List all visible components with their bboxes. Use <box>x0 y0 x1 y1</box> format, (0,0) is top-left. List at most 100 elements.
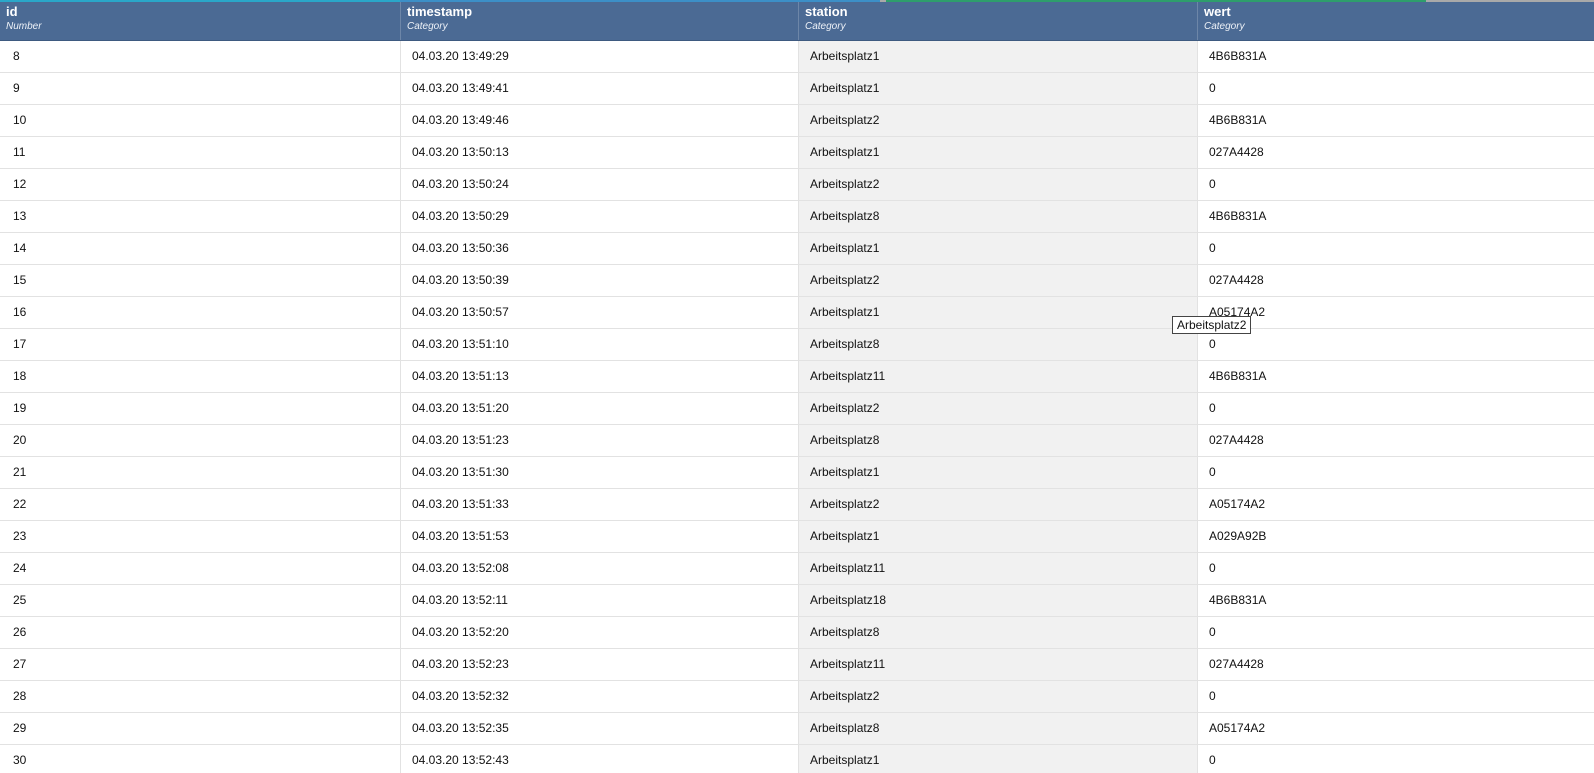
table-cell-timestamp[interactable]: 04.03.20 13:50:24 <box>401 169 799 200</box>
table-cell-timestamp[interactable]: 04.03.20 13:51:30 <box>401 457 799 488</box>
table-row[interactable]: 20 04.03.20 13:51:23 Arbeitsplatz8 027A4428 <box>0 425 1594 457</box>
table-cell-timestamp[interactable]: 04.03.20 13:50:29 <box>401 201 799 232</box>
table-cell-id[interactable]: 15 <box>0 265 401 296</box>
column-header-station[interactable]: station Category <box>799 0 1198 40</box>
table-cell-station[interactable]: Arbeitsplatz2 <box>799 105 1198 136</box>
table-cell-station[interactable]: Arbeitsplatz2 <box>799 169 1198 200</box>
table-cell-timestamp[interactable]: 04.03.20 13:49:41 <box>401 73 799 104</box>
table-cell-id[interactable]: 30 <box>0 745 401 773</box>
table-cell-station[interactable]: Arbeitsplatz2 <box>799 393 1198 424</box>
table-cell-wert[interactable]: A05174A2 <box>1198 489 1594 520</box>
table-cell-id[interactable]: 22 <box>0 489 401 520</box>
table-row[interactable]: 18 04.03.20 13:51:13 Arbeitsplatz11 4B6B831… <box>0 361 1594 393</box>
table-cell-station[interactable]: Arbeitsplatz1 <box>799 297 1198 328</box>
table-row[interactable]: 26 04.03.20 13:52:20 Arbeitsplatz8 0 <box>0 617 1594 649</box>
table-cell-wert[interactable]: 027A4428 <box>1198 137 1594 168</box>
table-cell-timestamp[interactable]: 04.03.20 13:50:39 <box>401 265 799 296</box>
table-cell-wert[interactable]: 027A4428 <box>1198 265 1594 296</box>
table-cell-id[interactable]: 12 <box>0 169 401 200</box>
table-cell-timestamp[interactable]: 04.03.20 13:51:33 <box>401 489 799 520</box>
table-cell-id[interactable]: 16 <box>0 297 401 328</box>
table-cell-timestamp[interactable]: 04.03.20 13:50:36 <box>401 233 799 264</box>
table-cell-station[interactable]: Arbeitsplatz11 <box>799 649 1198 680</box>
table-cell-wert[interactable]: 0 <box>1198 169 1594 200</box>
table-cell-wert[interactable]: 4B6B831A <box>1198 105 1594 136</box>
table-cell-timestamp[interactable]: 04.03.20 13:50:13 <box>401 137 799 168</box>
table-row[interactable]: 16 04.03.20 13:50:57 Arbeitsplatz1 A05174A2 <box>0 297 1594 329</box>
table-cell-station[interactable]: Arbeitsplatz18 <box>799 585 1198 616</box>
table-cell-station[interactable]: Arbeitsplatz2 <box>799 489 1198 520</box>
table-row[interactable]: 23 04.03.20 13:51:53 Arbeitsplatz1 A029A92B <box>0 521 1594 553</box>
column-header-timestamp[interactable]: timestamp Category <box>401 0 799 40</box>
table-cell-timestamp[interactable]: 04.03.20 13:50:57 <box>401 297 799 328</box>
table-row[interactable]: 24 04.03.20 13:52:08 Arbeitsplatz11 0 <box>0 553 1594 585</box>
table-cell-wert[interactable]: 0 <box>1198 745 1594 773</box>
table-cell-station[interactable]: Arbeitsplatz1 <box>799 521 1198 552</box>
table-cell-id[interactable]: 20 <box>0 425 401 456</box>
table-row[interactable]: 25 04.03.20 13:52:11 Arbeitsplatz18 4B6B831… <box>0 585 1594 617</box>
table-cell-timestamp[interactable]: 04.03.20 13:51:10 <box>401 329 799 360</box>
table-cell-wert[interactable]: 4B6B831A <box>1198 41 1594 72</box>
table-cell-station[interactable]: Arbeitsplatz1 <box>799 745 1198 773</box>
table-cell-id[interactable]: 27 <box>0 649 401 680</box>
table-cell-wert[interactable]: 0 <box>1198 617 1594 648</box>
table-cell-id[interactable]: 21 <box>0 457 401 488</box>
table-cell-wert[interactable]: 0 <box>1198 73 1594 104</box>
column-header-id[interactable]: id Number <box>0 0 401 40</box>
table-cell-id[interactable]: 9 <box>0 73 401 104</box>
table-cell-id[interactable]: 25 <box>0 585 401 616</box>
table-cell-wert[interactable]: A029A92B <box>1198 521 1594 552</box>
table-cell-timestamp[interactable]: 04.03.20 13:52:32 <box>401 681 799 712</box>
table-cell-station[interactable]: Arbeitsplatz1 <box>799 73 1198 104</box>
table-cell-id[interactable]: 23 <box>0 521 401 552</box>
table-cell-wert[interactable]: A05174A2 <box>1198 713 1594 744</box>
table-row[interactable]: 27 04.03.20 13:52:23 Arbeitsplatz11 027A442… <box>0 649 1594 681</box>
table-row[interactable]: 17 04.03.20 13:51:10 Arbeitsplatz8 0 <box>0 329 1594 361</box>
table-cell-station[interactable]: Arbeitsplatz2 <box>799 265 1198 296</box>
table-cell-id[interactable]: 14 <box>0 233 401 264</box>
table-cell-id[interactable]: 24 <box>0 553 401 584</box>
table-cell-wert[interactable]: 027A4428 <box>1198 425 1594 456</box>
table-cell-station[interactable]: Arbeitsplatz8 <box>799 329 1198 360</box>
table-cell-wert[interactable]: 4B6B831A <box>1198 585 1594 616</box>
table-row[interactable]: 9 04.03.20 13:49:41 Arbeitsplatz1 0 <box>0 73 1594 105</box>
table-cell-id[interactable]: 19 <box>0 393 401 424</box>
table-cell-timestamp[interactable]: 04.03.20 13:49:46 <box>401 105 799 136</box>
table-cell-timestamp[interactable]: 04.03.20 13:52:35 <box>401 713 799 744</box>
table-cell-id[interactable]: 29 <box>0 713 401 744</box>
table-row[interactable]: 19 04.03.20 13:51:20 Arbeitsplatz2 0 <box>0 393 1594 425</box>
table-cell-id[interactable]: 17 <box>0 329 401 360</box>
table-cell-id[interactable]: 11 <box>0 137 401 168</box>
table-cell-wert[interactable]: 027A4428 <box>1198 649 1594 680</box>
table-cell-station[interactable]: Arbeitsplatz1 <box>799 41 1198 72</box>
table-row[interactable]: 15 04.03.20 13:50:39 Arbeitsplatz2 027A4428 <box>0 265 1594 297</box>
table-cell-wert[interactable]: A05174A2 <box>1198 297 1594 328</box>
table-cell-wert[interactable]: 0 <box>1198 553 1594 584</box>
table-cell-id[interactable]: 18 <box>0 361 401 392</box>
table-row[interactable]: 21 04.03.20 13:51:30 Arbeitsplatz1 0 <box>0 457 1594 489</box>
table-cell-timestamp[interactable]: 04.03.20 13:49:29 <box>401 41 799 72</box>
table-row[interactable]: 28 04.03.20 13:52:32 Arbeitsplatz2 0 <box>0 681 1594 713</box>
table-cell-timestamp[interactable]: 04.03.20 13:51:53 <box>401 521 799 552</box>
table-cell-station[interactable]: Arbeitsplatz8 <box>799 425 1198 456</box>
table-cell-station[interactable]: Arbeitsplatz8 <box>799 201 1198 232</box>
table-cell-wert[interactable]: 0 <box>1198 329 1594 360</box>
table-row[interactable]: 14 04.03.20 13:50:36 Arbeitsplatz1 0 <box>0 233 1594 265</box>
table-row[interactable]: 11 04.03.20 13:50:13 Arbeitsplatz1 027A4428 <box>0 137 1594 169</box>
table-cell-id[interactable]: 8 <box>0 41 401 72</box>
table-row[interactable]: 22 04.03.20 13:51:33 Arbeitsplatz2 A05174A2 <box>0 489 1594 521</box>
table-cell-wert[interactable]: 4B6B831A <box>1198 201 1594 232</box>
table-cell-station[interactable]: Arbeitsplatz11 <box>799 553 1198 584</box>
table-row[interactable]: 12 04.03.20 13:50:24 Arbeitsplatz2 0 <box>0 169 1594 201</box>
table-cell-timestamp[interactable]: 04.03.20 13:51:23 <box>401 425 799 456</box>
table-row[interactable]: 30 04.03.20 13:52:43 Arbeitsplatz1 0 <box>0 745 1594 773</box>
table-cell-id[interactable]: 28 <box>0 681 401 712</box>
table-row[interactable]: 29 04.03.20 13:52:35 Arbeitsplatz8 A05174A2 <box>0 713 1594 745</box>
table-cell-timestamp[interactable]: 04.03.20 13:52:23 <box>401 649 799 680</box>
table-cell-timestamp[interactable]: 04.03.20 13:52:11 <box>401 585 799 616</box>
table-row[interactable]: 8 04.03.20 13:49:29 Arbeitsplatz1 4B6B831A <box>0 41 1594 73</box>
table-cell-id[interactable]: 10 <box>0 105 401 136</box>
table-cell-timestamp[interactable]: 04.03.20 13:52:20 <box>401 617 799 648</box>
table-cell-station[interactable]: Arbeitsplatz8 <box>799 617 1198 648</box>
table-cell-station[interactable]: Arbeitsplatz1 <box>799 233 1198 264</box>
